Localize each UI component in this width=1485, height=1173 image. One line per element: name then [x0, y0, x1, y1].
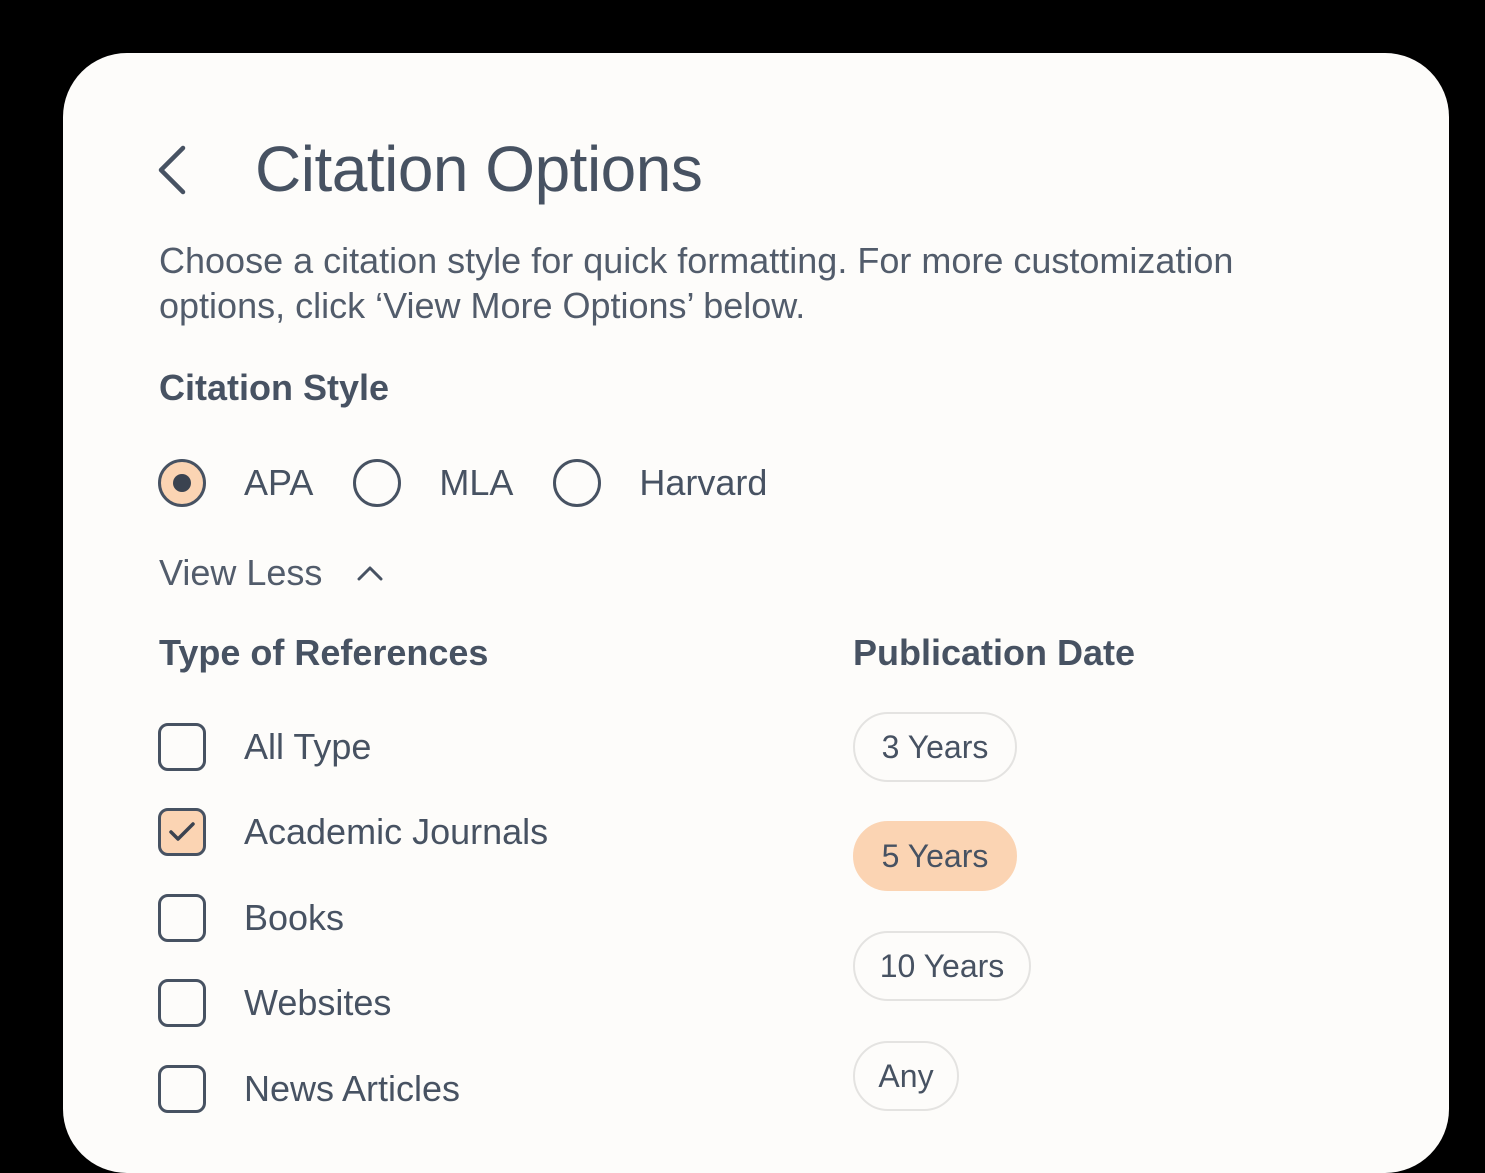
- date-chip-5-years[interactable]: 5 Years: [853, 821, 1017, 891]
- radio-button-selected[interactable]: [158, 459, 206, 507]
- checkbox-item-websites[interactable]: Websites: [158, 979, 391, 1027]
- radio-label-harvard: Harvard: [639, 462, 768, 503]
- back-button[interactable]: [150, 140, 194, 200]
- checkbox-item-academic-journals[interactable]: Academic Journals: [158, 808, 548, 856]
- type-of-references-label: Type of References: [159, 632, 489, 673]
- checkmark-icon: [169, 822, 195, 841]
- checkbox-item-all-type[interactable]: All Type: [158, 723, 371, 771]
- checkbox-label: News Articles: [244, 1068, 461, 1109]
- checkbox-label: Academic Journals: [244, 811, 549, 852]
- publication-date-label: Publication Date: [853, 632, 1136, 673]
- radio-mla[interactable]: MLA: [353, 459, 513, 507]
- radio-apa[interactable]: APA: [158, 459, 313, 507]
- radio-button[interactable]: [553, 459, 602, 507]
- checkbox-item-books[interactable]: Books: [158, 894, 344, 942]
- checkbox-label: Websites: [244, 982, 392, 1023]
- citation-style-label: Citation Style: [159, 367, 390, 408]
- citation-style-group: APA MLA Harvard: [158, 457, 767, 509]
- page-title: Citation Options: [255, 133, 703, 205]
- date-chip-any[interactable]: Any: [853, 1041, 959, 1111]
- radio-button[interactable]: [353, 459, 402, 507]
- checkbox[interactable]: [158, 723, 206, 771]
- checkbox[interactable]: [158, 894, 206, 942]
- radio-label-apa: APA: [244, 462, 314, 503]
- checkbox[interactable]: [158, 979, 206, 1027]
- view-less-label: View Less: [159, 552, 323, 593]
- date-chip-10-years[interactable]: 10 Years: [853, 931, 1031, 1001]
- checkbox[interactable]: [158, 1065, 206, 1113]
- radio-harvard[interactable]: Harvard: [553, 459, 767, 507]
- checkbox-label: All Type: [244, 726, 372, 767]
- description-text: Choose a citation style for quick format…: [159, 240, 1234, 326]
- chevron-up-icon: [356, 564, 384, 582]
- checkbox-label: Books: [244, 897, 345, 938]
- radio-label-mla: MLA: [439, 462, 514, 503]
- checkbox-checked[interactable]: [158, 808, 206, 856]
- checkbox-item-news-articles[interactable]: News Articles: [158, 1065, 460, 1113]
- view-less-toggle[interactable]: View Less: [159, 552, 384, 594]
- chevron-left-icon: [158, 145, 186, 195]
- date-chip-3-years[interactable]: 3 Years: [853, 712, 1017, 782]
